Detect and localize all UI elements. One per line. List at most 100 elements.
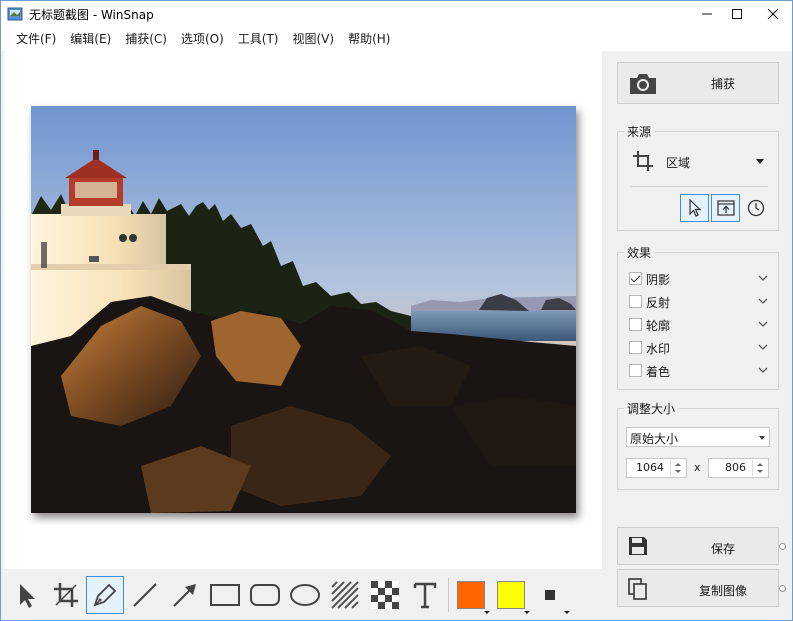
menu-capture[interactable]: 捕获(C) bbox=[118, 27, 174, 51]
menu-file[interactable]: 文件(F) bbox=[9, 27, 63, 51]
window-title: 无标题截图 - WinSnap bbox=[29, 8, 154, 22]
minimize-button[interactable] bbox=[690, 1, 724, 27]
crop-icon bbox=[54, 583, 78, 607]
effect-outline-row[interactable]: 轮廓 bbox=[628, 315, 768, 335]
copy-option-radio[interactable] bbox=[779, 585, 786, 592]
copy-image-button[interactable]: 复制图像 bbox=[617, 569, 779, 607]
chevron-down-icon[interactable] bbox=[758, 366, 768, 374]
stepper-up-icon[interactable] bbox=[757, 463, 763, 466]
shadow-checkbox[interactable] bbox=[629, 272, 642, 285]
chevron-down-icon bbox=[759, 436, 765, 440]
resize-mode-select[interactable]: 原始大小 bbox=[626, 427, 770, 447]
menu-help[interactable]: 帮助(H) bbox=[341, 27, 397, 51]
line-icon bbox=[133, 583, 157, 607]
resize-group-title: 调整大小 bbox=[624, 400, 679, 417]
ellipse-tool-button[interactable] bbox=[286, 576, 324, 614]
chevron-down-icon[interactable] bbox=[758, 343, 768, 351]
close-button[interactable] bbox=[756, 1, 790, 27]
pixelate-tool-button[interactable] bbox=[366, 576, 404, 614]
width-value: 1064 bbox=[636, 461, 664, 474]
captured-image[interactable] bbox=[31, 106, 576, 513]
source-divider bbox=[630, 186, 768, 187]
rectangle-icon bbox=[210, 584, 240, 606]
effect-reflection-row[interactable]: 反射 bbox=[628, 292, 768, 312]
stepper-down-icon[interactable] bbox=[675, 470, 681, 473]
text-icon bbox=[413, 582, 437, 609]
rectangle-tool-button[interactable] bbox=[206, 576, 244, 614]
capture-button[interactable]: 捕获 bbox=[617, 62, 779, 104]
toolbar-separator bbox=[448, 578, 449, 612]
chevron-down-icon[interactable] bbox=[758, 320, 768, 328]
source-mode-dropdown[interactable]: 区域 bbox=[630, 148, 770, 174]
stepper-down-icon[interactable] bbox=[757, 470, 763, 473]
chevron-down-icon[interactable] bbox=[758, 274, 768, 282]
width-stepper-arrows[interactable] bbox=[670, 460, 685, 476]
close-icon bbox=[767, 8, 779, 20]
shadow-label: 阴影 bbox=[646, 273, 671, 287]
width-stepper[interactable]: 1064 bbox=[626, 458, 687, 478]
arrow-tool-button[interactable] bbox=[166, 576, 204, 614]
title-bar[interactable]: 无标题截图 - WinSnap bbox=[1, 1, 792, 27]
primary-color-swatch[interactable] bbox=[457, 581, 485, 609]
outline-label: 轮廓 bbox=[646, 319, 671, 333]
effect-watermark-row[interactable]: 水印 bbox=[628, 338, 768, 358]
menu-view[interactable]: 视图(V) bbox=[286, 27, 342, 51]
timer-button[interactable] bbox=[744, 196, 768, 220]
region-crop-icon bbox=[633, 151, 653, 171]
reflection-label: 反射 bbox=[646, 296, 671, 310]
secondary-color-dropdown-icon[interactable] bbox=[524, 611, 530, 614]
source-mode-value: 区域 bbox=[666, 156, 691, 170]
menu-edit[interactable]: 编辑(E) bbox=[63, 27, 118, 51]
minimize-icon bbox=[702, 13, 712, 15]
window-export-icon bbox=[716, 200, 735, 216]
cursor-capture-toggle[interactable] bbox=[680, 194, 709, 222]
arrow-icon bbox=[173, 584, 196, 607]
source-group: 来源 区域 bbox=[617, 123, 779, 231]
rounded-rectangle-icon bbox=[250, 584, 280, 606]
pen-tool-button[interactable] bbox=[86, 576, 124, 614]
ellipse-icon bbox=[290, 584, 320, 606]
window-capture-toggle[interactable] bbox=[711, 194, 740, 222]
save-button[interactable]: 保存 bbox=[617, 527, 779, 565]
line-tool-button[interactable] bbox=[126, 576, 164, 614]
capture-canvas[interactable] bbox=[4, 51, 602, 569]
height-stepper[interactable]: 806 bbox=[708, 458, 769, 478]
effect-colorize-row[interactable]: 着色 bbox=[628, 361, 768, 381]
primary-color-dropdown-icon[interactable] bbox=[484, 611, 490, 614]
height-stepper-arrows[interactable] bbox=[752, 460, 767, 476]
resize-mode-value: 原始大小 bbox=[630, 432, 679, 446]
chevron-down-icon[interactable] bbox=[758, 297, 768, 305]
crop-tool-button[interactable] bbox=[47, 576, 85, 614]
hatch-tool-button[interactable] bbox=[326, 576, 364, 614]
winsnap-app-icon bbox=[7, 7, 23, 21]
line-width-icon[interactable] bbox=[545, 590, 555, 600]
reflection-checkbox[interactable] bbox=[629, 295, 642, 308]
maximize-button[interactable] bbox=[720, 1, 754, 27]
hatch-icon bbox=[331, 581, 359, 609]
colorize-label: 着色 bbox=[646, 365, 671, 379]
outline-checkbox[interactable] bbox=[629, 318, 642, 331]
save-option-radio[interactable] bbox=[779, 543, 786, 550]
line-width-dropdown-icon[interactable] bbox=[564, 611, 570, 614]
pointer-tool-button[interactable] bbox=[8, 576, 46, 614]
height-value: 806 bbox=[725, 461, 746, 474]
effects-group-title: 效果 bbox=[624, 244, 655, 261]
menu-tools[interactable]: 工具(T) bbox=[231, 27, 286, 51]
menu-options[interactable]: 选项(O) bbox=[174, 27, 231, 51]
watermark-checkbox[interactable] bbox=[629, 341, 642, 354]
rounded-rectangle-tool-button[interactable] bbox=[246, 576, 284, 614]
save-disk-icon bbox=[629, 537, 647, 555]
pen-icon bbox=[93, 583, 117, 607]
menu-bar: 文件(F) 编辑(E) 捕获(C) 选项(O) 工具(T) 视图(V) 帮助(H… bbox=[1, 27, 792, 51]
capture-label: 捕获 bbox=[710, 77, 735, 91]
resize-separator: x bbox=[694, 461, 701, 474]
source-group-title: 来源 bbox=[624, 123, 655, 140]
source-dropdown-caret-icon bbox=[756, 159, 764, 164]
stepper-up-icon[interactable] bbox=[675, 463, 681, 466]
secondary-color-swatch[interactable] bbox=[497, 581, 525, 609]
save-label: 保存 bbox=[710, 542, 735, 556]
effects-group: 效果 阴影 反射 轮廓 水印 着色 bbox=[617, 244, 779, 390]
effect-shadow-row[interactable]: 阴影 bbox=[628, 269, 768, 289]
colorize-checkbox[interactable] bbox=[629, 364, 642, 377]
text-tool-button[interactable] bbox=[406, 576, 444, 614]
